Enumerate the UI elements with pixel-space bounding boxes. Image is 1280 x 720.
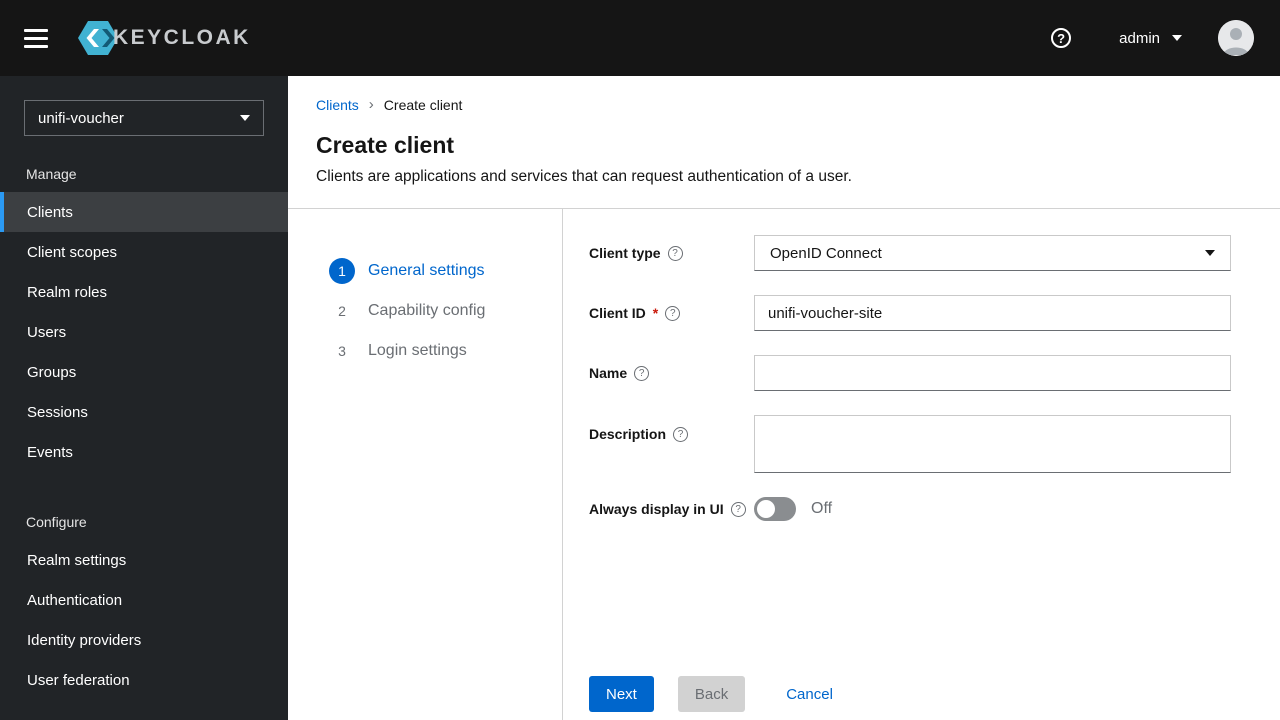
help-icon[interactable] bbox=[730, 501, 746, 517]
wizard-nav: 1 General settings 2 Capability config 3… bbox=[288, 209, 563, 720]
realm-selector[interactable]: unifi-voucher bbox=[24, 100, 264, 136]
user-avatar-icon bbox=[1218, 20, 1254, 56]
sidebar-item-sessions[interactable]: Sessions bbox=[0, 392, 288, 432]
sidebar-item-users[interactable]: Users bbox=[0, 312, 288, 352]
toggle-knob bbox=[757, 500, 775, 518]
required-indicator: * bbox=[652, 305, 659, 321]
configure-nav-list: Realm settings Authentication Identity p… bbox=[0, 540, 288, 700]
wizard-actions: Next Back Cancel bbox=[589, 676, 1231, 716]
sidebar: unifi-voucher Manage Clients Client scop… bbox=[0, 76, 288, 720]
always-display-toggle[interactable] bbox=[754, 497, 796, 521]
help-icon[interactable] bbox=[667, 245, 683, 261]
client-id-label: Client ID * bbox=[589, 305, 754, 321]
sidebar-item-events[interactable]: Events bbox=[0, 432, 288, 472]
sidebar-item-client-scopes[interactable]: Client scopes bbox=[0, 232, 288, 272]
client-type-row: Client type OpenID Connect bbox=[589, 235, 1231, 271]
breadcrumb-separator-icon bbox=[369, 96, 374, 113]
step-number-badge: 1 bbox=[329, 258, 355, 284]
sidebar-item-realm-roles[interactable]: Realm roles bbox=[0, 272, 288, 312]
client-type-label: Client type bbox=[589, 245, 754, 261]
username-label: admin bbox=[1119, 29, 1160, 47]
client-id-input[interactable] bbox=[754, 295, 1231, 331]
chevron-down-icon bbox=[1205, 250, 1215, 256]
toggle-state-label: Off bbox=[811, 500, 833, 517]
name-label: Name bbox=[589, 365, 754, 381]
general-settings-form: Client type OpenID Connect Client ID * bbox=[563, 209, 1280, 720]
wizard-step-capability-config[interactable]: 2 Capability config bbox=[329, 291, 562, 331]
client-type-value: OpenID Connect bbox=[770, 244, 882, 262]
help-icon[interactable] bbox=[665, 305, 681, 321]
help-icon[interactable] bbox=[1051, 28, 1072, 48]
nav-group-configure: Configure bbox=[26, 514, 87, 530]
sidebar-item-identity-providers[interactable]: Identity providers bbox=[0, 620, 288, 660]
avatar[interactable] bbox=[1218, 20, 1254, 56]
next-button[interactable]: Next bbox=[589, 676, 654, 712]
user-menu[interactable]: admin bbox=[1119, 30, 1182, 47]
client-type-select[interactable]: OpenID Connect bbox=[754, 235, 1231, 271]
realm-name: unifi-voucher bbox=[38, 109, 124, 127]
top-bar: KEYCLOAK admin bbox=[0, 0, 1280, 76]
help-icon[interactable] bbox=[673, 426, 689, 442]
sidebar-item-authentication[interactable]: Authentication bbox=[0, 580, 288, 620]
chevron-down-icon bbox=[1172, 35, 1182, 41]
keycloak-logo: KEYCLOAK bbox=[76, 19, 251, 57]
step-number-badge: 2 bbox=[338, 303, 346, 319]
description-row: Description bbox=[589, 415, 1231, 473]
sidebar-item-user-federation[interactable]: User federation bbox=[0, 660, 288, 700]
sidebar-item-groups[interactable]: Groups bbox=[0, 352, 288, 392]
description-textarea[interactable] bbox=[754, 415, 1231, 473]
topbar-right: admin bbox=[1051, 20, 1254, 56]
wizard-step-general-settings[interactable]: 1 General settings bbox=[329, 251, 562, 291]
client-id-row: Client ID * bbox=[589, 295, 1231, 331]
name-input[interactable] bbox=[754, 355, 1231, 391]
step-label: Login settings bbox=[368, 342, 467, 359]
sidebar-item-realm-settings[interactable]: Realm settings bbox=[0, 540, 288, 580]
step-number-badge: 3 bbox=[338, 343, 346, 359]
main-content: Clients Create client Create client Clie… bbox=[288, 76, 1280, 720]
breadcrumb-link-clients[interactable]: Clients bbox=[316, 97, 359, 113]
wizard-step-login-settings[interactable]: 3 Login settings bbox=[329, 331, 562, 371]
sidebar-item-clients[interactable]: Clients bbox=[0, 192, 288, 232]
cancel-link[interactable]: Cancel bbox=[786, 686, 833, 703]
step-label: Capability config bbox=[368, 302, 486, 319]
page-header: Clients Create client Create client Clie… bbox=[288, 76, 1280, 208]
nav-group-manage: Manage bbox=[26, 166, 77, 182]
manage-nav-list: Clients Client scopes Realm roles Users … bbox=[0, 192, 288, 472]
name-row: Name bbox=[589, 355, 1231, 391]
breadcrumb: Clients Create client bbox=[316, 96, 1252, 113]
always-display-row: Always display in UI Off bbox=[589, 497, 1231, 521]
menu-toggle-button[interactable] bbox=[24, 28, 48, 48]
description-label: Description bbox=[589, 415, 754, 442]
wizard-content: 1 General settings 2 Capability config 3… bbox=[288, 209, 1280, 720]
always-display-label: Always display in UI bbox=[589, 501, 754, 517]
chevron-down-icon bbox=[240, 115, 250, 121]
help-icon[interactable] bbox=[634, 365, 650, 381]
back-button[interactable]: Back bbox=[677, 676, 746, 712]
brand-text: KEYCLOAK bbox=[113, 26, 251, 49]
page-title: Create client bbox=[316, 132, 455, 158]
step-label: General settings bbox=[368, 262, 485, 279]
page-subtitle: Clients are applications and services th… bbox=[316, 168, 852, 185]
breadcrumb-current: Create client bbox=[383, 96, 463, 113]
